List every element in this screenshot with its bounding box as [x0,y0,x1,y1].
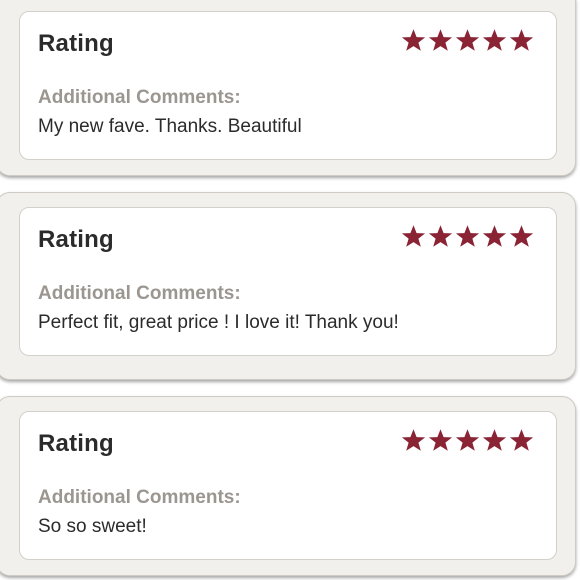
star-rating [401,28,534,53]
star-icon [401,224,426,249]
star-icon [401,428,426,453]
review-content: Rating Additional Comments: My new fave.… [19,11,557,160]
star-icon [401,28,426,53]
comment-text: So so sweet! [38,516,147,537]
star-icon [509,28,534,53]
review-card: Rating Additional Comments: Perfect fit,… [0,192,576,380]
star-rating [401,224,534,249]
star-icon [455,428,480,453]
star-icon [455,28,480,53]
rating-label: Rating [38,226,114,253]
review-content: Rating Additional Comments: So so sweet! [19,411,557,560]
comment-text: My new fave. Thanks. Beautiful [38,116,302,137]
star-icon [428,224,453,249]
additional-comments-label: Additional Comments: [38,87,241,108]
star-icon [482,28,507,53]
review-card: Rating Additional Comments: My new fave.… [0,0,576,176]
star-icon [428,28,453,53]
star-icon [509,428,534,453]
star-icon [482,224,507,249]
star-icon [482,428,507,453]
additional-comments-label: Additional Comments: [38,487,241,508]
comment-text: Perfect fit, great price ! I love it! Th… [38,312,399,333]
star-rating [401,428,534,453]
additional-comments-label: Additional Comments: [38,283,241,304]
review-card: Rating Additional Comments: So so sweet! [0,396,576,576]
star-icon [455,224,480,249]
rating-label: Rating [38,30,114,57]
rating-label: Rating [38,430,114,457]
review-content: Rating Additional Comments: Perfect fit,… [19,207,557,356]
star-icon [509,224,534,249]
star-icon [428,428,453,453]
